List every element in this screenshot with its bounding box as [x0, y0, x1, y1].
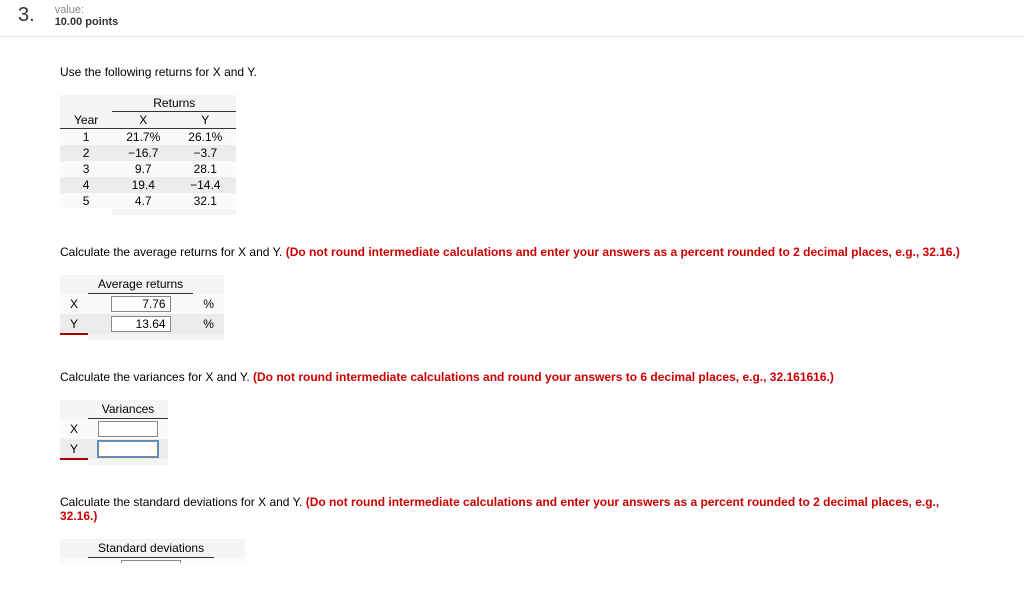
var-header: Variances [88, 400, 168, 419]
col-x: X [112, 112, 174, 129]
avg-y-input[interactable]: 13.64 [111, 316, 171, 332]
table-row: 39.728.1 [60, 161, 236, 177]
table-row: 54.732.1 [60, 193, 236, 209]
sd-header: Standard deviations [88, 539, 214, 558]
points-value: 10.00 points [55, 16, 119, 28]
avg-prompt-red: (Do not round intermediate calculations … [286, 245, 960, 259]
table-row: Y 13.64 % [60, 314, 224, 334]
pct-label: % [193, 314, 224, 334]
var-y-input[interactable] [98, 441, 158, 457]
table-row: X [60, 419, 168, 440]
sd-table: Standard deviations X 15.22 % [60, 539, 245, 563]
question-header: 3. value: 10.00 points [0, 0, 1024, 37]
var-y-label: Y [60, 439, 88, 459]
pct-label: % [214, 558, 245, 564]
avg-header: Average returns [88, 275, 193, 294]
returns-table: Returns Year X Y 121.7%26.1% 2−16.7−3.7 … [60, 95, 236, 215]
value-label: value: [55, 4, 119, 16]
table-row: 121.7%26.1% [60, 129, 236, 146]
var-x-input[interactable] [98, 421, 158, 437]
table-row: 2−16.7−3.7 [60, 145, 236, 161]
col-y: Y [174, 112, 236, 129]
sd-x-label: X [60, 558, 88, 564]
returns-group-header: Returns [112, 95, 236, 112]
table-row: Y [60, 439, 168, 459]
avg-y-label: Y [60, 314, 88, 334]
var-prompt: Calculate the variances for X and Y. (Do… [60, 370, 960, 384]
sd-prompt: Calculate the standard deviations for X … [60, 495, 960, 523]
pct-label: % [193, 294, 224, 315]
var-prompt-text: Calculate the variances for X and Y. [60, 370, 253, 384]
avg-returns-table: Average returns X 7.76 % Y 13.64 % [60, 275, 224, 340]
instruction-main: Use the following returns for X and Y. [60, 65, 960, 79]
sd-x-input[interactable]: 15.22 [121, 560, 181, 563]
var-x-label: X [60, 419, 88, 440]
question-number: 3. [18, 4, 35, 27]
points-block: value: 10.00 points [55, 4, 119, 28]
question-content: Use the following returns for X and Y. R… [0, 37, 960, 563]
avg-x-label: X [60, 294, 88, 315]
col-year: Year [60, 112, 112, 129]
table-row: 419.4−14.4 [60, 177, 236, 193]
table-row: X 15.22 % [60, 558, 245, 564]
avg-x-input[interactable]: 7.76 [111, 296, 171, 312]
avg-prompt-text: Calculate the average returns for X and … [60, 245, 286, 259]
avg-prompt: Calculate the average returns for X and … [60, 245, 960, 259]
table-row: X 7.76 % [60, 294, 224, 315]
var-prompt-red: (Do not round intermediate calculations … [253, 370, 834, 384]
sd-prompt-text: Calculate the standard deviations for X … [60, 495, 306, 509]
sd-table-partial: Standard deviations X 15.22 % [60, 539, 960, 563]
variances-table: Variances X Y [60, 400, 168, 465]
